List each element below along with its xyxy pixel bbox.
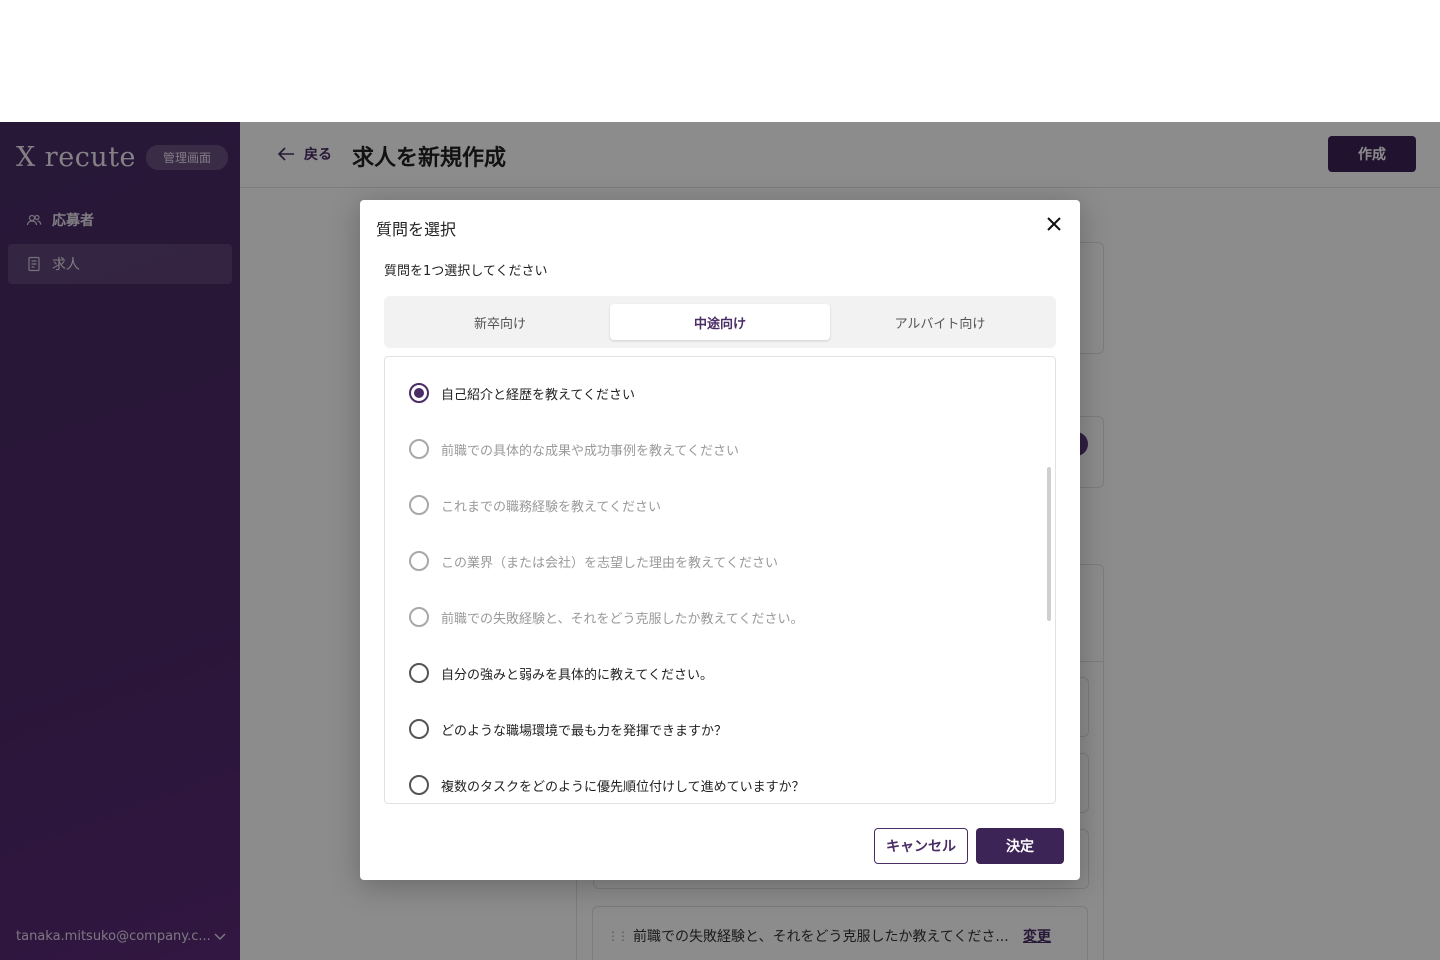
question-option[interactable]: 自己紹介と経歴を教えてください xyxy=(409,381,635,405)
question-option[interactable]: どのような職場環境で最も力を発揮できますか？ xyxy=(409,717,727,741)
question-list: 自己紹介と経歴を教えてください 前職での具体的な成果や成功事例を教えてください … xyxy=(384,356,1056,804)
cancel-button[interactable]: キャンセル xyxy=(874,828,968,864)
question-option[interactable]: 複数のタスクをどのように優先順位付けして進めていますか？ xyxy=(409,773,805,797)
category-tabs: 新卒向け 中途向け アルバイト向け xyxy=(384,296,1056,348)
top-blank-area xyxy=(0,0,1440,122)
question-option[interactable]: 自分の強みと弱みを具体的に教えてください。 xyxy=(409,661,713,685)
question-option: これまでの職務経験を教えてください xyxy=(409,493,661,517)
tab-new-graduate[interactable]: 新卒向け xyxy=(390,304,610,340)
radio-button xyxy=(409,607,429,627)
radio-button xyxy=(409,439,429,459)
radio-button xyxy=(409,495,429,515)
question-option: 前職での具体的な成果や成功事例を教えてください xyxy=(409,437,739,461)
radio-button[interactable] xyxy=(409,383,429,403)
option-label: 前職での具体的な成果や成功事例を教えてください xyxy=(441,443,739,459)
select-question-dialog: 質問を選択 質問を1つ選択してください 新卒向け 中途向け アルバイト向け 自己… xyxy=(360,200,1080,880)
dialog-title: 質問を選択 xyxy=(376,220,457,239)
confirm-button[interactable]: 決定 xyxy=(976,828,1064,864)
radio-button[interactable] xyxy=(409,719,429,739)
option-label: この業界（または会社）を志望した理由を教えてください xyxy=(441,555,778,571)
close-icon[interactable] xyxy=(1044,214,1064,234)
question-option: 前職での失敗経験と、それをどう克服したか教えてください。 xyxy=(409,605,803,629)
tab-mid-career[interactable]: 中途向け xyxy=(610,304,830,340)
option-label: 複数のタスクをどのように優先順位付けして進めていますか？ xyxy=(441,779,805,795)
option-label: これまでの職務経験を教えてください xyxy=(441,499,661,515)
radio-button[interactable] xyxy=(409,663,429,683)
tab-part-time[interactable]: アルバイト向け xyxy=(830,304,1050,340)
list-scrollbar[interactable] xyxy=(1047,467,1051,621)
radio-button xyxy=(409,551,429,571)
option-label: 自分の強みと弱みを具体的に教えてください。 xyxy=(441,667,713,683)
option-label: 前職での失敗経験と、それをどう克服したか教えてください。 xyxy=(441,611,804,627)
radio-button[interactable] xyxy=(409,775,429,795)
question-option: この業界（または会社）を志望した理由を教えてください xyxy=(409,549,778,573)
option-label: どのような職場環境で最も力を発揮できますか？ xyxy=(441,723,728,739)
option-label: 自己紹介と経歴を教えてください xyxy=(441,387,635,403)
dialog-description: 質問を1つ選択してください xyxy=(384,264,548,279)
